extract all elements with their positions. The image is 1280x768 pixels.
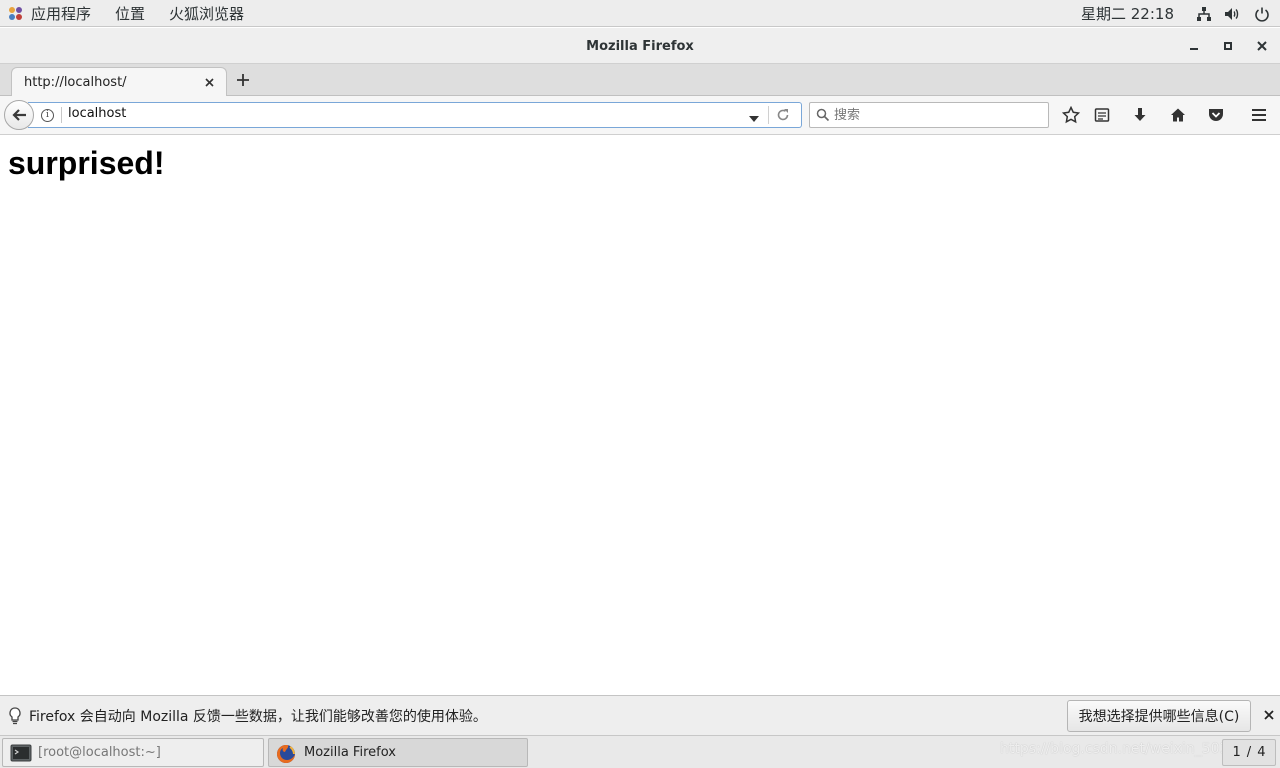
open-menu-button[interactable] bbox=[1249, 105, 1269, 125]
reload-button[interactable] bbox=[776, 108, 792, 124]
clock[interactable]: 星期二 22:18 bbox=[1081, 0, 1174, 27]
new-tab-button[interactable] bbox=[234, 71, 252, 89]
firefox-app-menu[interactable]: 火狐浏览器 bbox=[157, 0, 256, 27]
home-button[interactable] bbox=[1168, 105, 1188, 125]
tab-localhost[interactable]: http://localhost/ bbox=[11, 67, 227, 97]
search-icon bbox=[816, 108, 830, 122]
taskbar-item-firefox[interactable]: Mozilla Firefox bbox=[268, 738, 528, 767]
workspace-pager[interactable]: 1 / 4 bbox=[1222, 739, 1276, 766]
tab-close-button[interactable] bbox=[202, 75, 216, 89]
notification-message: Firefox 会自动向 Mozilla 反馈一些数据，让我们能够改善您的使用体… bbox=[29, 709, 487, 725]
applications-menu-label: 应用程序 bbox=[31, 4, 92, 23]
places-menu[interactable]: 位置 bbox=[103, 0, 157, 27]
data-reporting-notification: Firefox 会自动向 Mozilla 反馈一些数据，让我们能够改善您的使用体… bbox=[0, 695, 1280, 735]
home-icon bbox=[1171, 108, 1185, 122]
places-menu-label: 位置 bbox=[115, 4, 146, 23]
url-bar[interactable]: i localhost bbox=[28, 102, 802, 128]
url-history-dropdown[interactable] bbox=[748, 111, 760, 122]
minimize-icon bbox=[1190, 48, 1198, 50]
url-text[interactable]: localhost bbox=[68, 106, 126, 121]
power-icon bbox=[1253, 5, 1270, 22]
window-list-taskbar: [root@localhost:~] Mozilla Firefox https… bbox=[0, 735, 1280, 768]
page-content: surprised! bbox=[0, 136, 1280, 695]
pocket-button[interactable] bbox=[1206, 105, 1226, 125]
firefox-icon bbox=[276, 744, 298, 763]
maximize-icon bbox=[1224, 42, 1232, 50]
window-titlebar[interactable]: Mozilla Firefox bbox=[0, 28, 1280, 64]
tab-strip: http://localhost/ bbox=[0, 64, 1280, 97]
close-window-button[interactable] bbox=[1252, 36, 1272, 56]
search-bar[interactable] bbox=[809, 102, 1049, 128]
applications-icon bbox=[8, 6, 23, 21]
close-icon bbox=[1264, 710, 1274, 720]
back-arrow-icon bbox=[12, 109, 26, 121]
reload-icon bbox=[777, 109, 789, 121]
tab-label: http://localhost/ bbox=[24, 75, 127, 90]
volume-icon bbox=[1224, 5, 1241, 22]
downloads-button[interactable] bbox=[1130, 105, 1150, 125]
gnome-top-bar: 应用程序 位置 火狐浏览器 星期二 22:18 bbox=[0, 0, 1280, 27]
close-icon bbox=[1257, 41, 1267, 51]
taskbar-item-label: [root@localhost:~] bbox=[38, 745, 161, 760]
site-info-icon[interactable]: i bbox=[41, 109, 54, 122]
applications-menu[interactable]: 应用程序 bbox=[0, 0, 103, 27]
chevron-down-icon bbox=[749, 116, 759, 122]
close-notification-button[interactable] bbox=[1262, 707, 1276, 723]
download-arrow-icon bbox=[1134, 108, 1146, 121]
pager-separator: / bbox=[1246, 745, 1252, 760]
system-tray[interactable] bbox=[1195, 0, 1270, 27]
maximize-button[interactable] bbox=[1218, 36, 1238, 56]
search-input[interactable] bbox=[832, 105, 1042, 125]
hamburger-menu-icon bbox=[1252, 109, 1266, 121]
url-separator bbox=[61, 107, 62, 123]
choose-data-button-label: 我想选择提供哪些信息(C) bbox=[1078, 709, 1240, 725]
back-button[interactable] bbox=[4, 100, 34, 130]
lightbulb-icon bbox=[8, 707, 22, 725]
terminal-icon bbox=[10, 744, 32, 762]
bookmarks-menu-button[interactable] bbox=[1092, 105, 1112, 125]
bookmarks-list-icon bbox=[1094, 108, 1110, 122]
bookmark-star-button[interactable] bbox=[1061, 105, 1081, 125]
pager-current: 1 bbox=[1232, 745, 1241, 760]
close-icon bbox=[204, 77, 214, 87]
reload-separator bbox=[768, 106, 769, 124]
page-heading: surprised! bbox=[8, 145, 165, 181]
minimize-button[interactable] bbox=[1184, 36, 1204, 56]
window-title: Mozilla Firefox bbox=[586, 38, 694, 54]
plus-icon bbox=[237, 74, 249, 86]
firefox-app-menu-label: 火狐浏览器 bbox=[169, 4, 245, 23]
taskbar-item-label: Mozilla Firefox bbox=[304, 745, 396, 760]
network-icon bbox=[1195, 5, 1212, 22]
navigation-toolbar: i localhost bbox=[0, 96, 1280, 135]
pager-total: 4 bbox=[1257, 745, 1266, 760]
taskbar-item-terminal[interactable]: [root@localhost:~] bbox=[2, 738, 264, 767]
choose-data-button[interactable]: 我想选择提供哪些信息(C) bbox=[1067, 700, 1251, 732]
pocket-icon bbox=[1209, 109, 1223, 121]
star-icon bbox=[1062, 106, 1080, 124]
clock-label: 星期二 22:18 bbox=[1081, 5, 1174, 23]
